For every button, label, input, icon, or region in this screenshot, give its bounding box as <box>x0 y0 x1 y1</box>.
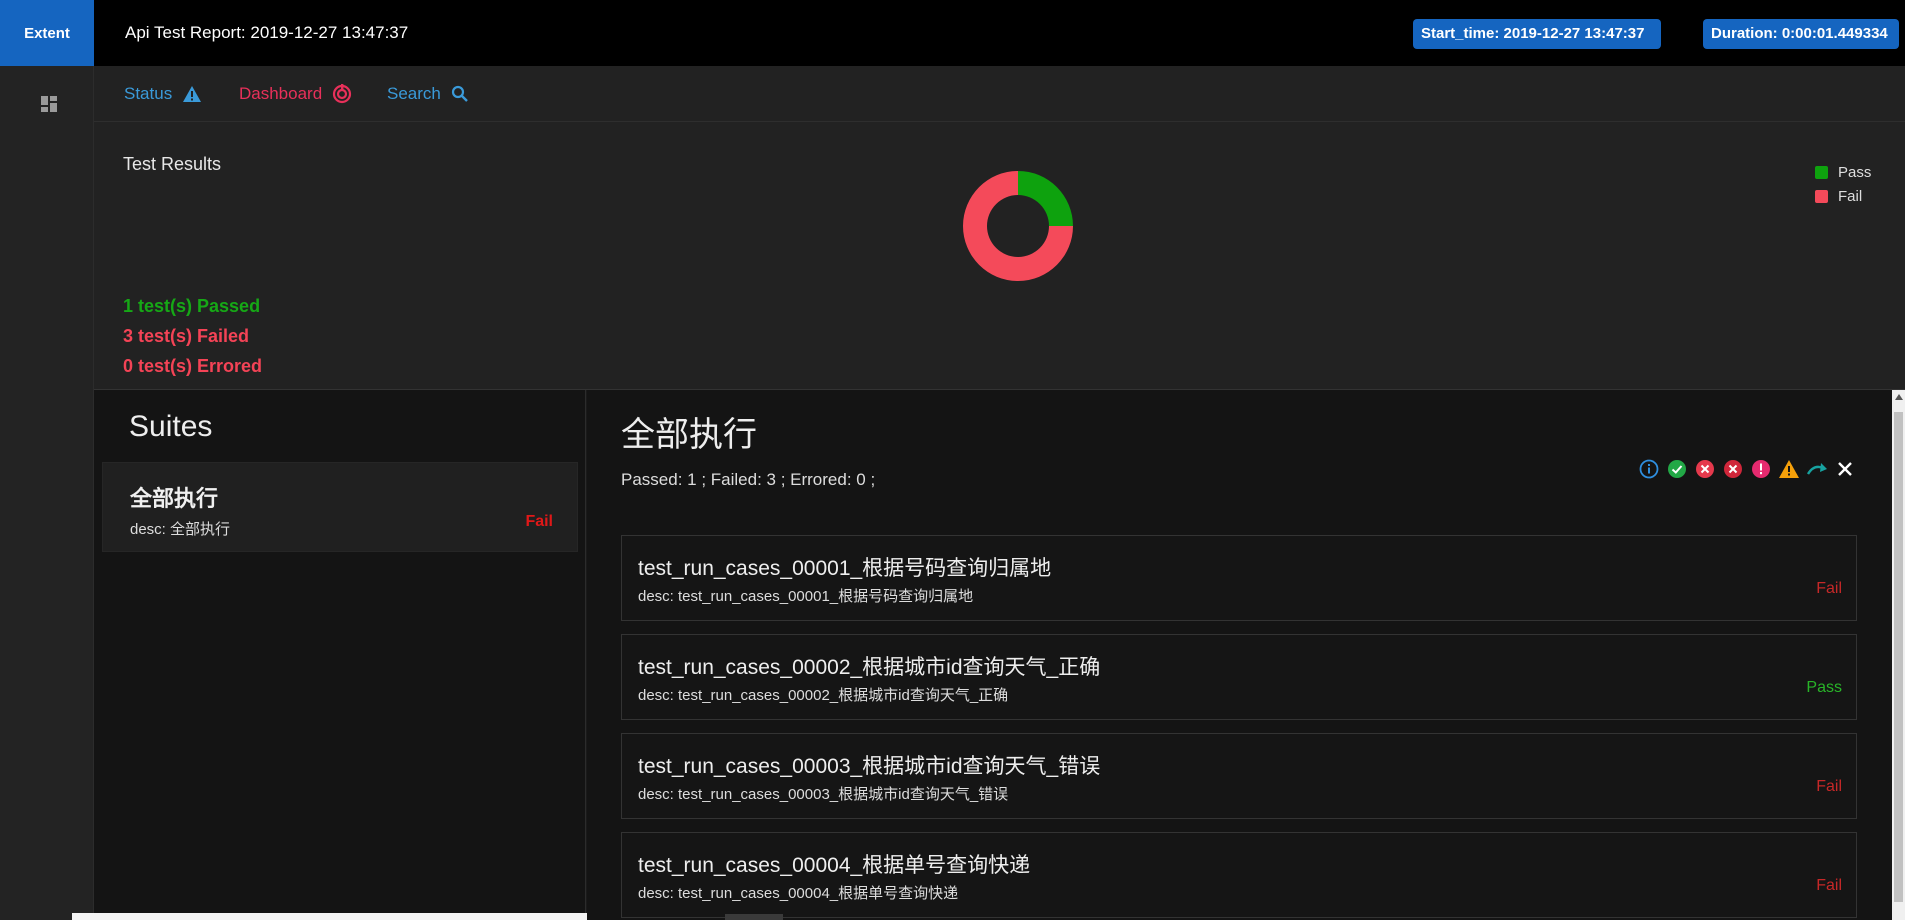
horizontal-scrollbar[interactable] <box>72 913 587 920</box>
suite-desc: desc: 全部执行 <box>130 521 231 538</box>
nav-search[interactable]: Search <box>387 66 469 122</box>
suite-detail-pane: 全部执行 Passed: 1 ; Failed: 3 ; Errored: 0 … <box>587 390 1892 920</box>
passed-count: 1 test(s) Passed <box>123 296 261 316</box>
warning-triangle-icon <box>183 86 202 102</box>
start-time-badge: Start_time: 2019-12-27 13:47:37 <box>1413 19 1661 49</box>
legend-label-pass: Pass <box>1838 163 1872 181</box>
test-desc: desc: test_run_cases_00002_根据城市id查询天气_正确 <box>638 687 1009 704</box>
top-nav: Status Dashboard Search <box>94 66 1905 122</box>
duration-badge: Duration: 0:00:01.449334 <box>1703 19 1899 49</box>
nav-status[interactable]: Status <box>124 66 202 122</box>
legend-swatch-fail <box>1815 189 1828 203</box>
dashboard-panel: Test Results Pass Fail 1 test(s) Passed … <box>94 122 1905 390</box>
nav-status-label: Status <box>124 84 173 103</box>
top-bar: Extent Api Test Report: 2019-12-27 13:47… <box>0 0 1905 66</box>
suite-status-badge: Fail <box>525 513 553 530</box>
results-donut-chart <box>963 171 1073 281</box>
info-filter-icon[interactable] <box>1638 458 1660 480</box>
legend-label-fail: Fail <box>1838 187 1863 205</box>
donut-slice-pass[interactable] <box>1018 171 1073 226</box>
nav-dashboard-label: Dashboard <box>239 84 323 103</box>
legend-item-fail[interactable]: Fail <box>1815 184 1871 208</box>
test-status-badge: Fail <box>1816 580 1842 597</box>
test-card[interactable]: test_run_cases_00002_根据城市id查询天气_正确 desc:… <box>621 634 1857 720</box>
suites-title: Suites <box>129 410 213 443</box>
errored-count: 0 test(s) Errored <box>123 356 263 376</box>
test-desc: desc: test_run_cases_00004_根据单号查询快递 <box>638 885 959 902</box>
fail-filter-icon[interactable] <box>1694 458 1716 480</box>
scrollbar-thumb[interactable] <box>1894 412 1903 902</box>
suite-item[interactable]: 全部执行 desc: 全部执行 Fail <box>102 462 578 552</box>
vertical-scrollbar[interactable] <box>1892 390 1905 920</box>
chart-legend: Pass Fail <box>1815 160 1871 208</box>
left-rail <box>0 66 94 920</box>
test-name: test_run_cases_00003_根据城市id查询天气_错误 <box>638 755 1101 778</box>
fatal-filter-icon[interactable] <box>1750 458 1772 480</box>
target-icon <box>333 84 352 104</box>
horizontal-scrollbar-thumb[interactable] <box>725 914 783 920</box>
report-title: Api Test Report: 2019-12-27 13:47:37 <box>125 23 409 42</box>
test-status-badge: Fail <box>1816 778 1842 795</box>
pass-filter-icon[interactable] <box>1666 458 1688 480</box>
test-card[interactable]: test_run_cases_00003_根据城市id查询天气_错误 desc:… <box>621 733 1857 819</box>
test-results-title: Test Results <box>123 154 222 174</box>
legend-swatch-pass <box>1815 165 1828 179</box>
report-root: Extent Api Test Report: 2019-12-27 13:47… <box>0 0 1905 920</box>
test-name: test_run_cases_00002_根据城市id查询天气_正确 <box>638 656 1101 679</box>
brand-logo[interactable]: Extent <box>0 0 94 66</box>
test-status-badge: Pass <box>1806 679 1842 696</box>
test-card[interactable]: test_run_cases_00004_根据单号查询快递 desc: test… <box>621 832 1857 918</box>
test-name: test_run_cases_00004_根据单号查询快递 <box>638 854 1031 877</box>
warning-filter-icon[interactable] <box>1778 458 1800 480</box>
dashboard-grid-icon[interactable] <box>40 95 58 113</box>
test-desc: desc: test_run_cases_00003_根据城市id查询天气_错误 <box>638 786 1009 803</box>
nav-search-label: Search <box>387 84 441 103</box>
legend-item-pass[interactable]: Pass <box>1815 160 1871 184</box>
scroll-up-arrow-icon[interactable] <box>1895 394 1903 400</box>
skip-filter-icon[interactable] <box>1806 458 1828 480</box>
test-desc: desc: test_run_cases_00001_根据号码查询归属地 <box>638 588 974 605</box>
error-filter-icon[interactable] <box>1722 458 1744 480</box>
test-name: test_run_cases_00001_根据号码查询归属地 <box>638 557 1052 580</box>
nav-dashboard[interactable]: Dashboard <box>239 66 352 122</box>
status-filter-bar <box>1638 458 1856 480</box>
detail-summary: Passed: 1 ; Failed: 3 ; Errored: 0 ; <box>621 470 876 489</box>
test-card[interactable]: test_run_cases_00001_根据号码查询归属地 desc: tes… <box>621 535 1857 621</box>
failed-count: 3 test(s) Failed <box>123 326 250 346</box>
suites-pane: Suites 全部执行 desc: 全部执行 Fail <box>94 390 586 920</box>
suite-name: 全部执行 <box>130 486 219 511</box>
detail-title: 全部执行 <box>621 416 757 454</box>
magnifier-icon <box>451 85 468 102</box>
clear-filter-icon[interactable] <box>1834 458 1856 480</box>
test-status-badge: Fail <box>1816 877 1842 894</box>
